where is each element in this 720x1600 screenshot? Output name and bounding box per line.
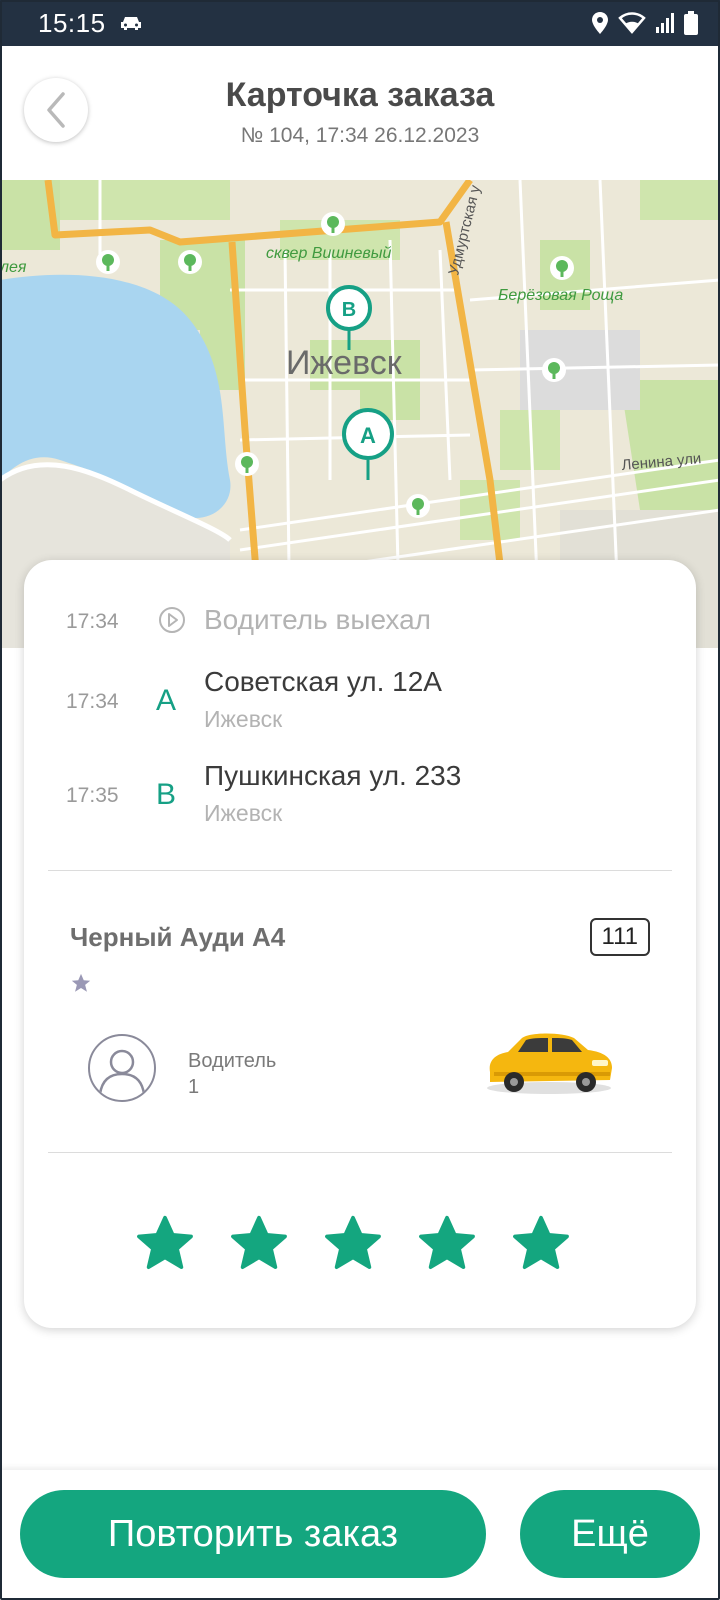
taxi-car-icon bbox=[487, 1033, 612, 1094]
map-label-edge: лея bbox=[0, 259, 27, 276]
bottom-action-bar: Повторить заказ Ещё bbox=[0, 1470, 720, 1600]
route-address: Советская ул. 12А bbox=[204, 666, 442, 697]
location-icon bbox=[592, 12, 608, 34]
status-bar: 15:15 bbox=[0, 0, 720, 46]
rating-star-2-icon[interactable] bbox=[230, 1214, 288, 1272]
star-icon bbox=[71, 973, 91, 992]
page-title: Карточка заказа bbox=[225, 76, 495, 114]
car-icon bbox=[120, 17, 141, 30]
order-card: 17:34 Водитель выехал 17:34 A Советская … bbox=[24, 560, 696, 1328]
route-address: Пушкинская ул. 233 bbox=[204, 760, 462, 791]
driver-value: 1 bbox=[188, 1076, 200, 1098]
driver-avatar bbox=[88, 1034, 156, 1102]
play-circle-icon bbox=[159, 607, 185, 633]
battery-icon bbox=[684, 11, 698, 35]
wifi-icon bbox=[618, 12, 646, 34]
route-city: Ижевск bbox=[204, 706, 283, 732]
car-name: Черный Ауди А4 bbox=[70, 922, 286, 952]
rating-star-4-icon[interactable] bbox=[418, 1214, 476, 1272]
header: Карточка заказа № 104, 17:34 26.12.2023 bbox=[0, 46, 720, 180]
map-label-grove: Берёзовая Роща bbox=[498, 287, 623, 304]
route-time: 17:34 bbox=[66, 610, 119, 633]
pin-b-label: B bbox=[342, 299, 356, 321]
route-status-text: Водитель выехал bbox=[204, 604, 432, 635]
car-number-badge: 111 bbox=[589, 918, 650, 956]
driver-label: Водитель bbox=[188, 1050, 277, 1072]
route-city: Ижевск bbox=[204, 800, 283, 826]
map-city-label: Ижевск bbox=[286, 344, 403, 382]
more-button[interactable]: Ещё bbox=[520, 1490, 700, 1578]
map-label-square: сквер Вишневый bbox=[266, 245, 391, 262]
route-time: 17:35 bbox=[66, 784, 119, 807]
route-time: 17:34 bbox=[66, 690, 119, 713]
rating-star-5-icon[interactable] bbox=[512, 1214, 570, 1272]
rating-star-1-icon[interactable] bbox=[136, 1214, 194, 1272]
repeat-order-button[interactable]: Повторить заказ bbox=[20, 1490, 486, 1578]
divider bbox=[48, 1152, 672, 1153]
rating-star-3-icon[interactable] bbox=[324, 1214, 382, 1272]
order-subtitle: № 104, 17:34 26.12.2023 bbox=[240, 124, 480, 147]
route-marker-b: B bbox=[156, 778, 177, 811]
signal-icon bbox=[656, 13, 674, 33]
status-time: 15:15 bbox=[38, 7, 106, 38]
route-marker-a: A bbox=[156, 684, 177, 717]
user-icon bbox=[98, 1049, 146, 1095]
divider bbox=[48, 870, 672, 871]
rating-stars[interactable] bbox=[136, 1214, 570, 1272]
pin-a-label: A bbox=[360, 423, 376, 448]
